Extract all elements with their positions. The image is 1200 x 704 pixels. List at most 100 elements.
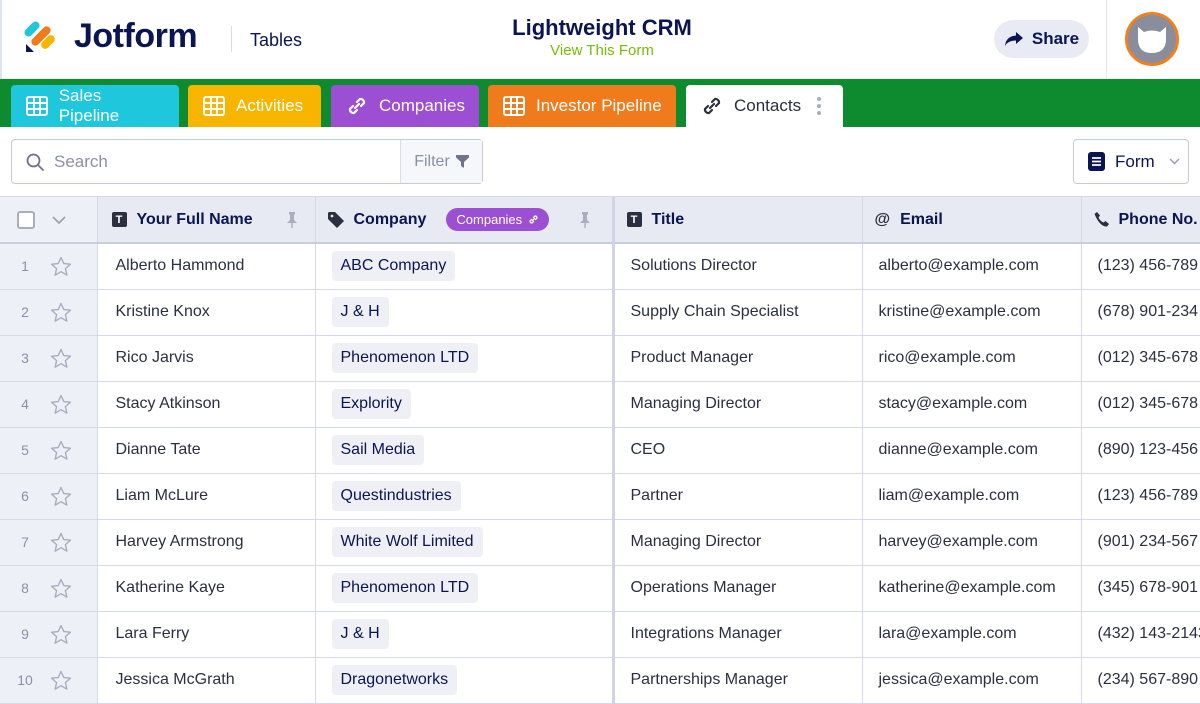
user-avatar[interactable] [1125, 12, 1179, 66]
company-chip[interactable]: Sail Media [331, 435, 425, 465]
cell-name[interactable]: Lara Ferry [97, 611, 316, 658]
company-chip[interactable]: Explority [331, 389, 411, 419]
cell-phone[interactable]: (890) 123-456 [1081, 427, 1200, 474]
star-icon[interactable] [50, 394, 72, 415]
company-chip[interactable]: Phenomenon LTD [331, 343, 479, 373]
cell-company[interactable]: Explority [315, 381, 615, 428]
tab-options-icon[interactable] [817, 97, 823, 115]
table-row[interactable]: 4 Stacy Atkinson Explority Managing Dire… [0, 381, 1200, 428]
cell-phone[interactable]: (123) 456-789 [1081, 243, 1200, 290]
cell-phone[interactable]: (678) 901-234 [1081, 289, 1200, 336]
product-name[interactable]: Tables [250, 30, 302, 51]
company-chip[interactable]: Questindustries [331, 481, 461, 511]
cell-title[interactable]: Integrations Manager [613, 611, 863, 658]
cell-phone[interactable]: (012) 345-678 [1081, 381, 1200, 428]
cell-title[interactable]: Partnerships Manager [613, 657, 863, 704]
company-chip[interactable]: J & H [331, 297, 389, 327]
table-row[interactable]: 2 Kristine Knox J & H Supply Chain Speci… [0, 289, 1200, 336]
share-button[interactable]: Share [994, 20, 1089, 58]
cell-name[interactable]: Katherine Kaye [97, 565, 316, 612]
cell-email[interactable]: harvey@example.com [862, 519, 1082, 566]
table-row[interactable]: 6 Liam McLure Questindustries Partner li… [0, 473, 1200, 520]
cell-company[interactable]: J & H [315, 289, 615, 336]
tab-contacts[interactable]: Contacts [686, 85, 843, 127]
star-icon[interactable] [50, 578, 72, 599]
cell-company[interactable]: Phenomenon LTD [315, 335, 615, 382]
cell-company[interactable]: J & H [315, 611, 615, 658]
pin-icon[interactable] [579, 211, 590, 228]
column-header-phone[interactable]: Phone No. [1081, 197, 1200, 244]
view-form-link[interactable]: View This Form [550, 42, 654, 59]
cell-name[interactable]: Harvey Armstrong [97, 519, 316, 566]
cell-name[interactable]: Rico Jarvis [97, 335, 316, 382]
star-icon[interactable] [50, 486, 72, 507]
chevron-down-icon[interactable] [52, 215, 66, 224]
cell-phone[interactable]: (901) 234-567 [1081, 519, 1200, 566]
cell-title[interactable]: Partner [613, 473, 863, 520]
cell-title[interactable]: Product Manager [613, 335, 863, 382]
tab-activities[interactable]: Activities [188, 85, 321, 127]
cell-title[interactable]: Managing Director [613, 381, 863, 428]
table-row[interactable]: 3 Rico Jarvis Phenomenon LTD Product Man… [0, 335, 1200, 382]
tab-sales-pipeline[interactable]: Sales Pipeline [11, 85, 179, 127]
cell-name[interactable]: Alberto Hammond [97, 243, 316, 290]
brand-name[interactable]: Jotform [74, 17, 198, 56]
table-row[interactable]: 1 Alberto Hammond ABC Company Solutions … [0, 243, 1200, 290]
cell-email[interactable]: dianne@example.com [862, 427, 1082, 474]
column-header-email[interactable]: @ Email [862, 197, 1082, 244]
cell-name[interactable]: Jessica McGrath [97, 657, 316, 704]
company-chip[interactable]: ABC Company [331, 251, 456, 282]
cell-phone[interactable]: (012) 345-678 [1081, 335, 1200, 382]
cell-title[interactable]: Managing Director [613, 519, 863, 566]
star-icon[interactable] [50, 624, 72, 645]
star-icon[interactable] [50, 348, 72, 369]
cell-title[interactable]: Supply Chain Specialist [613, 289, 863, 336]
company-chip[interactable]: White Wolf Limited [331, 527, 483, 557]
cell-email[interactable]: liam@example.com [862, 473, 1082, 520]
cell-company[interactable]: White Wolf Limited [315, 519, 615, 566]
select-all-checkbox[interactable] [17, 210, 35, 229]
filter-button[interactable]: Filter [400, 140, 482, 183]
cell-title[interactable]: CEO [613, 427, 863, 474]
cell-email[interactable]: jessica@example.com [862, 657, 1082, 704]
table-row[interactable]: 8 Katherine Kaye Phenomenon LTD Operatio… [0, 565, 1200, 612]
linked-table-badge[interactable]: Companies [446, 208, 550, 231]
search-input[interactable] [54, 151, 374, 172]
view-selector-button[interactable]: Form [1073, 139, 1189, 184]
cell-company[interactable]: Dragonetworks [315, 657, 615, 704]
pin-icon[interactable] [286, 211, 297, 228]
cell-phone[interactable]: (123) 456-789 [1081, 473, 1200, 520]
cell-name[interactable]: Kristine Knox [97, 289, 316, 336]
star-icon[interactable] [50, 256, 72, 277]
cell-email[interactable]: katherine@example.com [862, 565, 1082, 612]
column-header-company[interactable]: Company Companies [315, 197, 615, 244]
company-chip[interactable]: Dragonetworks [331, 665, 458, 695]
cell-name[interactable]: Dianne Tate [97, 427, 316, 474]
cell-email[interactable]: stacy@example.com [862, 381, 1082, 428]
star-icon[interactable] [50, 532, 72, 553]
tab-companies[interactable]: Companies [331, 85, 479, 127]
cell-title[interactable]: Solutions Director [613, 243, 863, 290]
cell-email[interactable]: alberto@example.com [862, 243, 1082, 290]
star-icon[interactable] [50, 670, 72, 691]
cell-email[interactable]: kristine@example.com [862, 289, 1082, 336]
cell-name[interactable]: Stacy Atkinson [97, 381, 316, 428]
cell-phone[interactable]: (234) 567-890 [1081, 657, 1200, 704]
cell-name[interactable]: Liam McLure [97, 473, 316, 520]
cell-company[interactable]: Phenomenon LTD [315, 565, 615, 612]
company-chip[interactable]: J & H [331, 619, 389, 649]
cell-company[interactable]: Questindustries [315, 473, 615, 520]
table-row[interactable]: 9 Lara Ferry J & H Integrations Manager … [0, 611, 1200, 658]
company-chip[interactable]: Phenomenon LTD [331, 573, 479, 603]
table-row[interactable]: 10 Jessica McGrath Dragonetworks Partner… [0, 657, 1200, 704]
star-icon[interactable] [50, 440, 72, 461]
cell-title[interactable]: Operations Manager [613, 565, 863, 612]
cell-email[interactable]: lara@example.com [862, 611, 1082, 658]
cell-phone[interactable]: (345) 678-901 [1081, 565, 1200, 612]
cell-phone[interactable]: (432) 143-2143 [1081, 611, 1200, 658]
column-header-title[interactable]: T Title [613, 197, 863, 244]
cell-company[interactable]: ABC Company [315, 243, 615, 290]
column-header-name[interactable]: T Your Full Name [97, 197, 316, 244]
cell-company[interactable]: Sail Media [315, 427, 615, 474]
table-row[interactable]: 5 Dianne Tate Sail Media CEO dianne@exam… [0, 427, 1200, 474]
